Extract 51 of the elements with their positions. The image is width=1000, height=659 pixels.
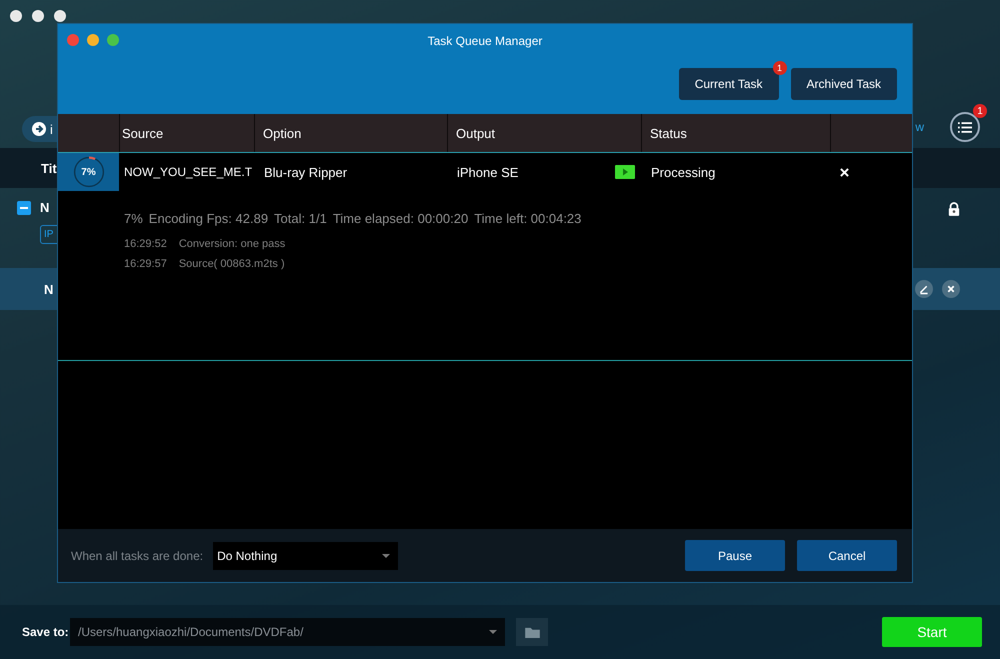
option-name: Blu-ray Ripper bbox=[264, 164, 348, 180]
folder-icon bbox=[524, 626, 540, 638]
edit-icon[interactable] bbox=[915, 280, 933, 298]
list-icon bbox=[958, 122, 972, 132]
zoom-dot[interactable] bbox=[107, 34, 119, 46]
column-header: Tit bbox=[41, 160, 57, 176]
progress-stat: Total: 1/1 bbox=[274, 211, 327, 226]
minimize-dot[interactable] bbox=[87, 34, 99, 46]
window-title: Task Queue Manager bbox=[428, 34, 542, 48]
close-icon[interactable] bbox=[942, 280, 960, 298]
play-icon[interactable] bbox=[615, 165, 635, 179]
arrow-icon bbox=[32, 122, 46, 136]
when-done-dropdown[interactable]: Do Nothing bbox=[213, 542, 398, 570]
progress-stat: Time left: 00:04:23 bbox=[474, 211, 582, 226]
log-time: 16:29:52 bbox=[124, 238, 167, 250]
browse-button[interactable] bbox=[516, 618, 548, 646]
caret-icon bbox=[382, 554, 390, 558]
collapse-icon[interactable] bbox=[17, 200, 31, 214]
window-dot[interactable] bbox=[10, 10, 22, 22]
progress-stat: 7% bbox=[124, 211, 143, 226]
column-header: Status bbox=[650, 126, 687, 140]
close-dot[interactable] bbox=[67, 34, 79, 46]
task-tab[interactable]: Archived Task bbox=[790, 68, 897, 100]
progress-stat: Encoding Fps: 42.89 bbox=[148, 211, 268, 226]
save-path-dropdown[interactable]: /Users/huangxiaozhi/Documents/DVDFab/ bbox=[70, 618, 505, 646]
save-to-label: Save to: bbox=[22, 625, 70, 639]
output-name: iPhone SE bbox=[457, 164, 518, 180]
source-name: NOW_YOU_SEE_ME.T bbox=[124, 165, 252, 179]
preview-link[interactable]: w bbox=[915, 120, 924, 134]
log-message: Conversion: one pass bbox=[178, 238, 286, 250]
log-message: Source( 00863.m2ts ) bbox=[178, 258, 285, 270]
log-time: 16:29:57 bbox=[124, 258, 167, 270]
lock-icon[interactable] bbox=[948, 202, 960, 216]
count-badge: 1 bbox=[772, 61, 787, 75]
title-name: N bbox=[44, 282, 54, 296]
task-tab[interactable]: Current Task bbox=[678, 68, 779, 100]
queue-badge: 1 bbox=[973, 104, 987, 118]
progress-percent: 7% bbox=[81, 166, 96, 178]
progress-stat: Time elapsed: 00:00:20 bbox=[332, 211, 468, 226]
column-header: Output bbox=[456, 126, 496, 140]
column-header: Source bbox=[122, 126, 164, 140]
caret-icon bbox=[489, 630, 497, 634]
dialog-button[interactable]: Pause bbox=[685, 540, 785, 571]
title-name: N bbox=[40, 200, 50, 215]
window-dot[interactable] bbox=[54, 10, 66, 22]
column-header: Option bbox=[263, 126, 302, 140]
window-dot[interactable] bbox=[32, 10, 44, 22]
remove-icon[interactable] bbox=[840, 168, 849, 176]
dialog-button[interactable]: Cancel bbox=[797, 540, 897, 571]
status-text: Processing bbox=[651, 164, 716, 180]
when-done-label: When all tasks are done: bbox=[71, 548, 204, 562]
